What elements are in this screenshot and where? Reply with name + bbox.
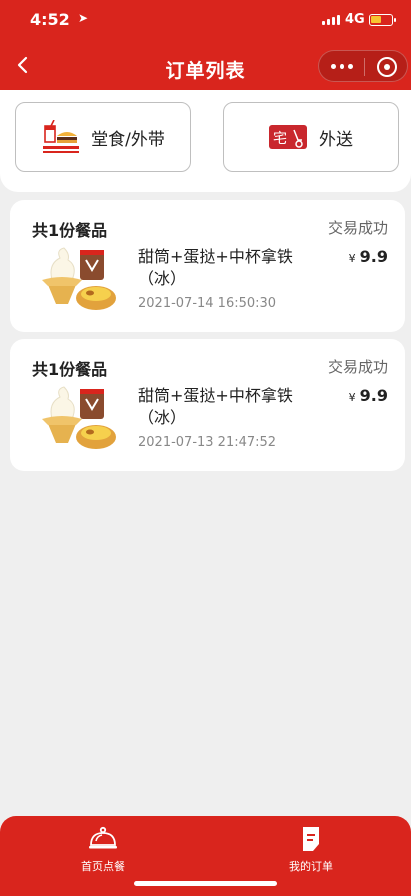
order-card[interactable]: 共1份餐品 交易成功 甜筒+蛋挞+中杯拿铁（冰） 2021-07-14 16:5… [10, 200, 405, 332]
signal-icon [322, 15, 340, 25]
svg-text:宅: 宅 [273, 131, 287, 147]
top-bar: 4:52 ➤ 4G 订单列表 [0, 0, 411, 92]
battery-icon [369, 14, 396, 26]
burger-drink-icon [43, 120, 80, 153]
tab-my-orders[interactable]: 我的订单 [261, 826, 361, 874]
cloche-icon [89, 826, 117, 849]
order-item-count: 共1份餐品 [32, 360, 108, 379]
home-indicator [134, 881, 277, 886]
network-type: 4G [345, 12, 365, 27]
mini-program-capsule [318, 50, 408, 82]
delivery-scooter-icon: 宅 [269, 125, 307, 149]
currency-symbol: ¥ [348, 252, 356, 265]
delivery-button[interactable]: 宅 外送 [223, 102, 399, 172]
order-price: ¥9.9 [349, 386, 388, 405]
tab-home-order-label: 首页点餐 [81, 860, 125, 873]
status-bar: 4:52 ➤ 4G [0, 8, 411, 32]
price-value: 9.9 [359, 386, 388, 405]
location-arrow-icon: ➤ [78, 11, 89, 25]
more-icon[interactable] [331, 64, 354, 70]
currency-symbol: ¥ [348, 391, 356, 404]
tab-my-orders-label: 我的订单 [289, 860, 333, 873]
delivery-label: 外送 [319, 129, 353, 150]
dine-in-takeaway-label: 堂食/外带 [91, 129, 165, 150]
order-timestamp: 2021-07-14 16:50:30 [138, 296, 277, 311]
close-mini-program-icon[interactable] [377, 57, 397, 77]
order-doc-icon [303, 827, 319, 851]
order-status: 交易成功 [327, 219, 388, 237]
order-item-count: 共1份餐品 [32, 221, 108, 240]
status-time: 4:52 [30, 10, 70, 29]
dine-in-takeaway-button[interactable]: 堂食/外带 [15, 102, 191, 172]
order-product-name: 甜筒+蛋挞+中杯拿铁（冰） [138, 386, 293, 427]
order-product-name: 甜筒+蛋挞+中杯拿铁（冰） [138, 247, 293, 288]
price-value: 9.9 [359, 247, 388, 266]
order-status: 交易成功 [327, 358, 388, 376]
order-price: ¥9.9 [349, 247, 388, 266]
order-timestamp: 2021-07-13 21:47:52 [138, 435, 277, 450]
combo-food-image [42, 386, 116, 449]
tab-home-order[interactable]: 首页点餐 [53, 826, 153, 874]
order-mode-panel: 堂食/外带 宅 外送 [0, 90, 411, 192]
combo-food-image [42, 247, 116, 310]
order-card[interactable]: 共1份餐品 交易成功 甜筒+蛋挞+中杯拿铁（冰） 2021-07-13 21:4… [10, 339, 405, 471]
